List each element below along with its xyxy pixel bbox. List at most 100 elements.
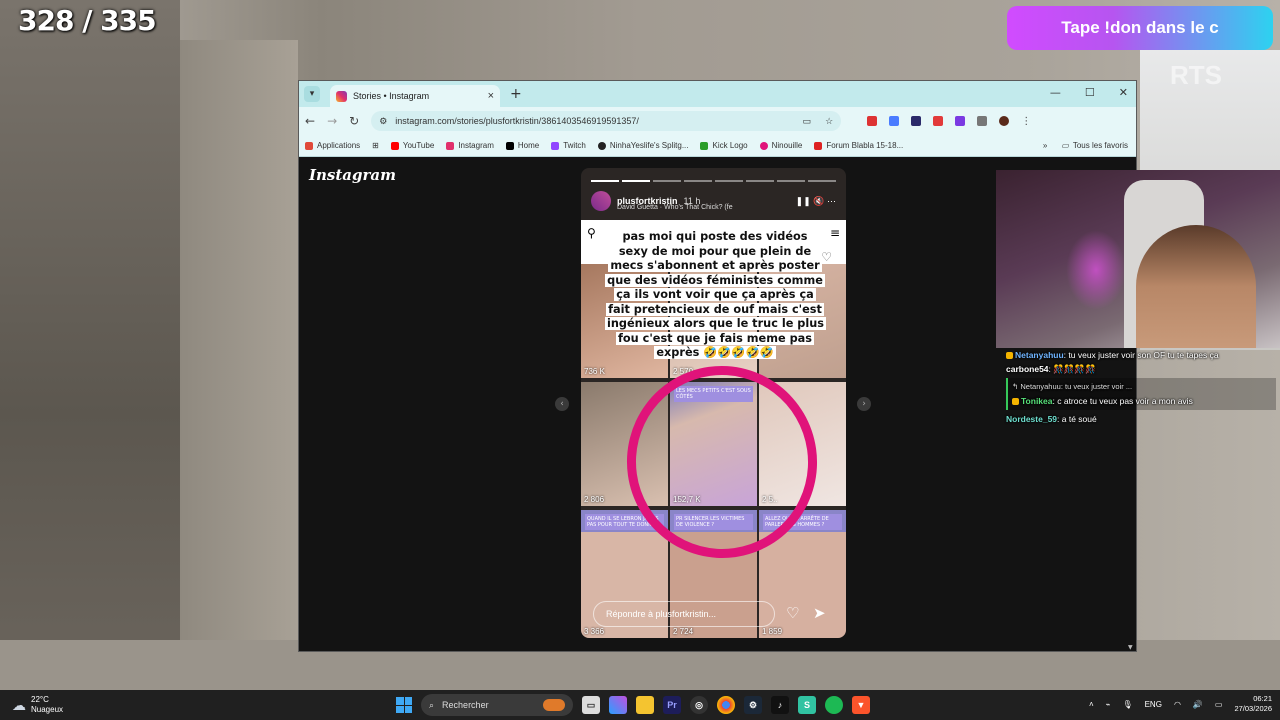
- story-reply-input[interactable]: Répondre à plusfortkristin...: [593, 601, 775, 627]
- url-bar[interactable]: ⚙ instagram.com/stories/plusfortkristin/…: [371, 111, 842, 131]
- previous-story-button[interactable]: ‹: [555, 397, 569, 411]
- viewer-counter: 328 / 335: [18, 4, 157, 37]
- forum-icon: [814, 141, 823, 150]
- brave-icon[interactable]: ▼: [852, 696, 870, 714]
- pause-icon[interactable]: ❚❚: [796, 196, 811, 206]
- site-info-icon[interactable]: ⚙: [379, 116, 387, 127]
- maximize-button[interactable]: ☐: [1085, 86, 1095, 99]
- minimize-button[interactable]: —: [1050, 86, 1061, 99]
- clock[interactable]: 06:21 27/03/2026: [1234, 694, 1272, 714]
- like-heart-icon[interactable]: ♡: [786, 604, 799, 622]
- window-controls: — ☐ ✕: [1050, 86, 1128, 99]
- forward-button[interactable]: →: [327, 114, 337, 128]
- scroll-down-arrow-icon[interactable]: ▼: [1128, 644, 1134, 651]
- close-window-button[interactable]: ✕: [1119, 86, 1128, 99]
- spotify-icon[interactable]: [825, 696, 843, 714]
- extension-icon[interactable]: [867, 116, 878, 126]
- search-icon: ⌕: [429, 699, 435, 710]
- pink-lamp: [1066, 230, 1126, 310]
- bookmark-item[interactable]: Forum Blabla 15-18...: [814, 141, 903, 150]
- avatar[interactable]: [591, 191, 611, 211]
- search-highlight-icon: [543, 699, 565, 711]
- story-text-overlay: pas moi qui poste des vidéos sexy de moi…: [605, 230, 827, 359]
- copilot-icon[interactable]: [609, 696, 627, 714]
- bookmark-item[interactable]: Instagram: [446, 141, 494, 150]
- back-button[interactable]: ←: [305, 114, 315, 128]
- cloud-icon: ☁: [12, 697, 26, 713]
- wifi-icon[interactable]: ◠: [1174, 700, 1181, 709]
- next-story-button[interactable]: ›: [857, 397, 871, 411]
- reply-context: ↰ Netanyahuu: tu veux juster voir ...: [1012, 382, 1133, 391]
- tiktok-icon[interactable]: ♪: [771, 696, 789, 714]
- mic-icon[interactable]: 🎙: [1122, 700, 1132, 709]
- extension-icon[interactable]: [889, 116, 900, 126]
- hamburger-icon: ≡: [829, 226, 840, 240]
- weather-desc: Nuageux: [31, 705, 64, 714]
- streamlabs-icon[interactable]: S: [798, 696, 816, 714]
- extension-icon[interactable]: [955, 116, 966, 126]
- url-text: instagram.com/stories/plusfortkristin/38…: [395, 116, 639, 126]
- steam-icon[interactable]: ⚙: [744, 696, 762, 714]
- chevron-up-icon[interactable]: ˄: [1089, 700, 1094, 709]
- story-controls: ❚❚ 🔇 ⋯: [796, 196, 836, 207]
- grid-icon[interactable]: ⊞: [372, 141, 379, 150]
- streamer: [1136, 225, 1256, 348]
- taskview-icon[interactable]: ▭: [582, 696, 600, 714]
- bookmark-item[interactable]: NinhaYeslife's Splitg...: [597, 141, 688, 150]
- instagram-logo[interactable]: Instagram: [309, 166, 396, 184]
- all-bookmarks-folder[interactable]: ▭ Tous les favoris: [1061, 141, 1128, 150]
- story-music[interactable]: David Guetta · Who's That Chick? (fe: [617, 204, 733, 211]
- apps-grid-icon: [305, 141, 313, 150]
- stream-chat: Netanyahuu: tu veux juster voir son OF t…: [1006, 348, 1276, 426]
- mute-icon[interactable]: 🔇: [813, 196, 824, 206]
- volume-icon[interactable]: 🔊: [1193, 700, 1203, 709]
- rts-watermark: RTS: [1170, 60, 1222, 90]
- add-user-icon: ⚲: [587, 226, 596, 240]
- menu-kebab-icon[interactable]: ⋮: [1021, 116, 1031, 127]
- address-toolbar: ← → ↻ ⚙ instagram.com/stories/plusfortkr…: [299, 107, 1136, 135]
- puzzle-icon[interactable]: [977, 116, 988, 126]
- network-icon[interactable]: ⌁: [1106, 700, 1111, 709]
- instagram-favicon-icon: [336, 90, 347, 102]
- more-bookmarks-icon[interactable]: »: [1043, 141, 1047, 150]
- story-viewer[interactable]: 736 K 2 570 2 806 LES MECS PETITS C'EST …: [581, 168, 846, 638]
- battery-icon[interactable]: ▭: [1215, 700, 1223, 709]
- premiere-icon[interactable]: Pr: [663, 696, 681, 714]
- send-icon[interactable]: ➤: [813, 604, 826, 622]
- weather-widget[interactable]: ☁ 22°C Nuageux: [12, 695, 63, 715]
- install-icon[interactable]: ▭: [803, 116, 812, 127]
- tab-search-button[interactable]: ▾: [304, 86, 320, 102]
- twitch-icon: [551, 141, 560, 150]
- language-indicator[interactable]: ENG: [1145, 700, 1162, 709]
- tab-title: Stories • Instagram: [353, 91, 430, 101]
- bookmark-star-icon[interactable]: ☆: [825, 116, 833, 127]
- file-explorer-icon[interactable]: [636, 696, 654, 714]
- tab-instagram-stories[interactable]: Stories • Instagram ×: [330, 85, 500, 107]
- bookmark-item[interactable]: Ninouille: [759, 141, 802, 150]
- extension-icon[interactable]: [933, 116, 944, 126]
- obs-icon[interactable]: ◎: [690, 696, 708, 714]
- bookmark-item[interactable]: Applications: [305, 141, 360, 150]
- extension-icon[interactable]: [911, 116, 922, 126]
- more-options-icon[interactable]: ⋯: [827, 196, 836, 206]
- kick-icon: [700, 141, 709, 150]
- instagram-icon: [446, 141, 455, 150]
- reload-button[interactable]: ↻: [349, 114, 359, 128]
- ninouille-icon: [759, 141, 768, 150]
- bookmark-item[interactable]: Kick Logo: [700, 141, 748, 150]
- weather-temp: 22°C: [31, 695, 49, 704]
- start-button[interactable]: [396, 697, 412, 713]
- bookmark-item[interactable]: YouTube: [390, 141, 434, 150]
- chrome-icon[interactable]: [717, 696, 735, 714]
- taskbar-search[interactable]: ⌕ Rechercher: [421, 694, 573, 716]
- close-tab-icon[interactable]: ×: [488, 90, 494, 102]
- story-header: plusfortkristin 11 h David Guetta · Who'…: [591, 190, 836, 212]
- webcam-feed: [996, 170, 1280, 348]
- new-tab-button[interactable]: +: [510, 86, 522, 102]
- chat-message: Netanyahuu: tu veux juster voir son OF t…: [1006, 348, 1276, 362]
- donation-banner: Tape !don dans le c: [1007, 6, 1273, 50]
- profile-avatar[interactable]: [999, 116, 1010, 126]
- bookmark-item[interactable]: Twitch: [551, 141, 586, 150]
- bookmark-item[interactable]: Home: [505, 141, 539, 150]
- tab-bar: ▾ Stories • Instagram × + — ☐ ✕: [299, 81, 1136, 107]
